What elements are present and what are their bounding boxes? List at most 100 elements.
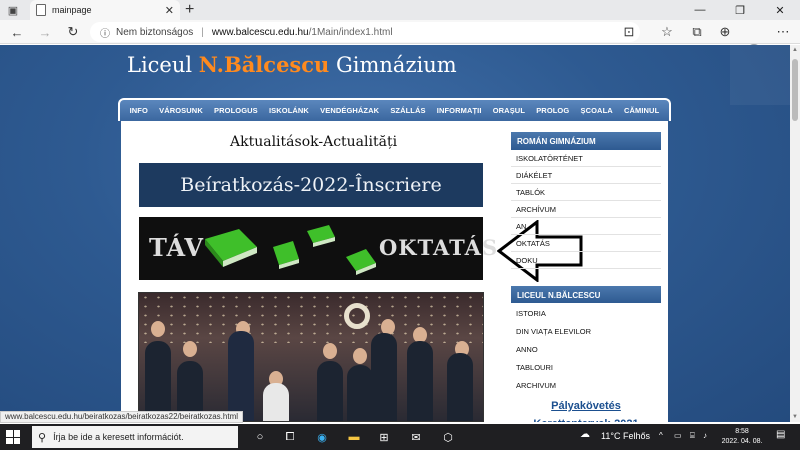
nav-item-vendeghazak[interactable]: VENDÉGHÁZAK <box>320 106 379 115</box>
weather-cloud-icon[interactable]: ☁ <box>580 429 590 440</box>
browser-tab[interactable]: mainpage ✕ <box>30 0 180 20</box>
nav-item-caminul[interactable]: CĂMINUL <box>624 106 659 115</box>
book-icon <box>307 225 335 247</box>
scroll-down-icon[interactable]: ▼ <box>792 414 798 420</box>
photo-lights <box>139 293 483 343</box>
close-tab-icon[interactable]: ✕ <box>165 4 174 17</box>
sidebar-item-oktatas[interactable]: OKTATÁS <box>511 235 661 252</box>
clock-time: 8:58 <box>735 428 749 435</box>
collections-icon[interactable]: ⊕ <box>714 22 736 42</box>
volume-icon[interactable]: ♪ <box>703 431 707 440</box>
address-separator: | <box>201 26 204 38</box>
link-palyakovetes[interactable]: Pályakövetés <box>511 400 661 412</box>
decor-cube <box>730 45 790 105</box>
nav-item-varosunk[interactable]: VÁROSUNK <box>159 106 203 115</box>
taskbar: ⚲ Írja be ide a keresett információt. ○ … <box>0 424 800 450</box>
windows-start-icon[interactable] <box>6 430 20 444</box>
address-bar[interactable]: ⓘ Nem biztonságos | www.balcescu.edu.hu /… <box>90 22 640 42</box>
store-icon[interactable]: ⊞ <box>376 429 392 445</box>
photo-person <box>323 343 337 359</box>
clock-date: 2022. 04. 08. <box>721 438 763 445</box>
url-host: www.balcescu.edu.hu <box>211 26 309 38</box>
close-window-icon[interactable]: ✕ <box>760 0 800 20</box>
photo-person <box>183 341 197 357</box>
photo-person <box>145 341 171 421</box>
extensions-icon[interactable]: ⧉ <box>686 22 708 42</box>
new-tab-icon[interactable]: + <box>185 1 194 19</box>
sidebar-item-diakelet[interactable]: DIÁKÉLET <box>511 167 661 184</box>
main-nav: INFO VÁROSUNK PROLOGUS ISKOLÁNK VENDÉGHÁ… <box>118 98 671 121</box>
edge-browser-icon[interactable]: ◉ <box>314 429 330 445</box>
sidebar-heading-roman: ROMÁN GIMNÁZIUM <box>511 132 661 150</box>
url-path: /1Main/index1.html <box>308 26 393 38</box>
tab-actions-icon[interactable]: ▣ <box>4 2 22 18</box>
sidebar-item-an[interactable]: AN <box>511 218 661 235</box>
scroll-thumb[interactable] <box>792 59 798 121</box>
sidebar-item-iskolatortenet[interactable]: ISKOLATÖRTÉNET <box>511 150 661 167</box>
sidebar-item-din-viata-elevilor[interactable]: DIN VIAȚA ELEVILOR <box>511 321 661 339</box>
sidebar-item-tablok[interactable]: TABLÓK <box>511 184 661 201</box>
nav-item-informatii[interactable]: INFORMAȚII <box>437 106 482 115</box>
status-url: www.balcescu.edu.hu/beiratkozas/beiratko… <box>0 411 244 423</box>
nav-item-orasul[interactable]: ORAȘUL <box>493 106 525 115</box>
photo-person <box>317 361 343 421</box>
sidebar-section-liceul: LICEUL N.BĂLCESCU ISTORIA DIN VIAȚA ELEV… <box>511 286 661 393</box>
sidebar-item-tablouri[interactable]: TABLOURI <box>511 357 661 375</box>
sidebar-section-roman: ROMÁN GIMNÁZIUM ISKOLATÖRTÉNET DIÁKÉLET … <box>511 132 661 269</box>
back-icon[interactable]: ← <box>6 22 28 42</box>
battery-icon[interactable]: ▭ <box>674 431 682 440</box>
show-hidden-icons[interactable]: ^ <box>659 431 663 440</box>
page-icon <box>36 4 46 16</box>
search-placeholder: Írja be ide a keresett információt. <box>53 432 184 442</box>
sidebar-item-doku[interactable]: DOKU <box>511 252 661 269</box>
read-aloud-icon[interactable]: ⊡ <box>618 22 640 42</box>
security-label: Nem biztonságos <box>116 26 194 38</box>
nav-item-szallas[interactable]: SZÁLLÁS <box>390 106 425 115</box>
book-icon <box>205 229 257 267</box>
site-title-pre: Liceul <box>127 53 199 77</box>
sidebar-item-anno[interactable]: ANNO <box>511 339 661 357</box>
photo-person <box>263 383 289 421</box>
banner-text-right: OKTATÁS <box>379 235 499 260</box>
notifications-icon[interactable]: ▤ <box>776 429 785 440</box>
page-heading: Aktualitások-Actualități <box>230 134 398 150</box>
scroll-up-icon[interactable]: ▲ <box>792 47 798 53</box>
file-explorer-icon[interactable]: ▬ <box>346 429 362 445</box>
taskbar-search[interactable]: ⚲ Írja be ide a keresett információt. <box>32 426 238 448</box>
refresh-icon[interactable]: ↻ <box>62 22 84 42</box>
site-title-post: Gimnázium <box>329 53 457 77</box>
nav-item-prolog[interactable]: PROLOG <box>536 106 569 115</box>
choir-photo[interactable] <box>138 292 484 422</box>
maximize-icon[interactable]: ❐ <box>720 0 760 20</box>
enrollment-banner[interactable]: Beíratkozás-2022-Înscriere <box>139 163 483 207</box>
nav-item-scoala[interactable]: ȘCOALA <box>581 106 613 115</box>
nav-item-info[interactable]: INFO <box>130 106 148 115</box>
mail-icon[interactable]: ✉ <box>408 429 424 445</box>
minimize-icon[interactable]: — <box>680 0 720 20</box>
sidebar-item-istoria[interactable]: ISTORIA <box>511 303 661 321</box>
task-view-icon[interactable]: ⧠ <box>282 429 298 445</box>
warning-icon[interactable]: ⓘ <box>100 25 110 40</box>
more-menu-icon[interactable]: ⋯ <box>772 22 794 42</box>
forward-icon[interactable]: → <box>34 22 56 42</box>
photo-person <box>371 333 397 421</box>
weather-text[interactable]: 11°C Felhős <box>601 431 650 441</box>
distance-learning-banner[interactable]: TÁV OKTATÁS <box>139 217 497 280</box>
system-clock[interactable]: 8:58 2022. 04. 08. <box>715 427 769 447</box>
sidebar-item-archivum[interactable]: ARCHÍVUM <box>511 201 661 218</box>
book-icon <box>273 241 299 269</box>
app-icon[interactable]: ⬡ <box>440 429 456 445</box>
search-icon: ⚲ <box>38 431 47 444</box>
link-kerettantervek[interactable]: Kerettantervek-2021 <box>511 418 661 422</box>
sidebar-heading-liceul: LICEUL N.BĂLCESCU <box>511 286 661 303</box>
photo-person <box>353 348 367 364</box>
favorite-star-icon[interactable]: ☆ <box>656 22 678 42</box>
banner-text-left: TÁV <box>149 233 205 262</box>
network-icon[interactable]: ⌸ <box>690 431 695 441</box>
cortana-icon[interactable]: ○ <box>252 429 268 445</box>
browser-toolbar: ← → ↻ ⓘ Nem biztonságos | www.balcescu.e… <box>0 20 800 60</box>
page-scrollbar[interactable]: ▲ ▼ <box>790 45 800 422</box>
nav-item-prologus[interactable]: PROLOGUS <box>214 106 258 115</box>
sidebar-item-archivum-2[interactable]: ARCHIVUM <box>511 375 661 393</box>
nav-item-iskolank[interactable]: ISKOLÁNK <box>269 106 309 115</box>
